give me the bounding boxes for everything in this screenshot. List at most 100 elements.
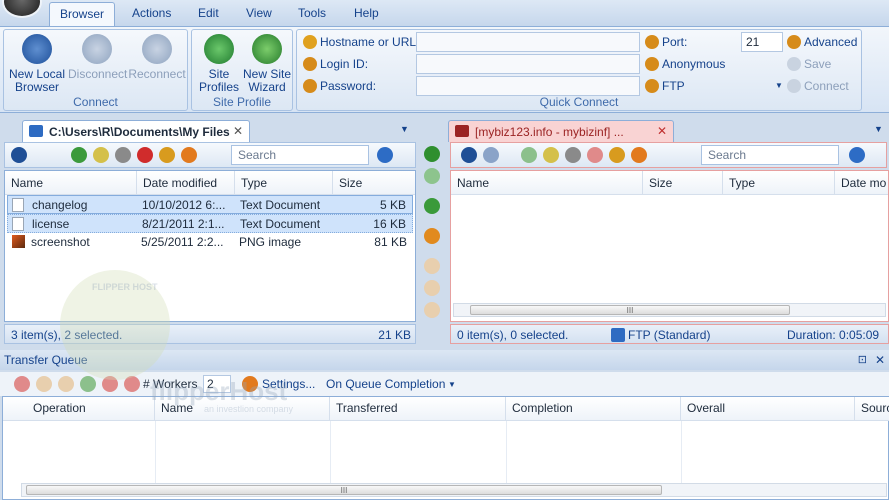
new-folder-icon[interactable]: [565, 147, 581, 163]
remote-horizontal-scrollbar[interactable]: III: [453, 303, 886, 317]
file-size: 16 KB: [373, 217, 406, 231]
connect-button[interactable]: Connect: [787, 79, 849, 93]
properties-icon[interactable]: [181, 147, 197, 163]
queue-icon[interactable]: [424, 258, 440, 274]
local-tab[interactable]: C:\Users\R\Documents\My Files ✕: [22, 120, 250, 142]
menu-tools[interactable]: Tools: [298, 6, 326, 20]
tab-list-icon[interactable]: ▼: [400, 124, 409, 134]
login-label-text: Login ID:: [320, 57, 369, 71]
col-date[interactable]: Date modified: [137, 171, 235, 195]
file-row-changelog[interactable]: changelog 10/10/2012 6:... Text Document…: [7, 195, 413, 214]
new-local-browser-button[interactable]: New Local Browser: [8, 34, 66, 94]
properties-icon[interactable]: [631, 147, 647, 163]
right-search-input[interactable]: Search: [701, 145, 839, 165]
col-operation[interactable]: Operation: [3, 397, 155, 421]
transfer-queue-grid[interactable]: Operation Name Transferred Completion Ov…: [2, 396, 889, 500]
pause-icon[interactable]: [36, 376, 52, 392]
protocol-status-text: FTP (Standard): [628, 328, 711, 342]
sync-icon[interactable]: [424, 198, 440, 214]
remote-column-header: Name Size Type Date mo: [451, 171, 888, 195]
edit-icon[interactable]: [159, 147, 175, 163]
delete-icon[interactable]: [137, 147, 153, 163]
file-size: 81 KB: [374, 235, 407, 249]
folder-up-icon[interactable]: [93, 147, 109, 163]
logo-badge-text: FLIPPER HOST: [92, 282, 158, 292]
pause-all-icon[interactable]: [58, 376, 74, 392]
password-input[interactable]: [416, 76, 640, 96]
menu-edit[interactable]: Edit: [198, 6, 219, 20]
save-label-text: Save: [804, 57, 832, 71]
anonymous-checkbox[interactable]: Anonymous: [645, 57, 725, 71]
app-orb-button[interactable]: [2, 0, 42, 18]
play-icon[interactable]: [80, 376, 96, 392]
pin-icon[interactable]: ⊡: [858, 353, 867, 366]
refresh-icon[interactable]: [71, 147, 87, 163]
search-icon[interactable]: [377, 147, 393, 163]
search-icon[interactable]: [849, 147, 865, 163]
col-size[interactable]: Size: [643, 171, 723, 195]
stop-icon[interactable]: [14, 376, 30, 392]
new-folder-icon[interactable]: [115, 147, 131, 163]
scroll-thumb[interactable]: III: [470, 305, 790, 315]
folder-up-icon[interactable]: [543, 147, 559, 163]
close-icon[interactable]: ✕: [233, 124, 243, 138]
disconnect-label: Disconnect: [68, 67, 128, 81]
reconnect-icon: [142, 34, 172, 64]
menu-view[interactable]: View: [246, 6, 272, 20]
advanced-button[interactable]: Advanced: [787, 35, 857, 49]
col-source[interactable]: Sourc: [855, 397, 889, 421]
chevron-down-icon[interactable]: ▼: [448, 380, 456, 389]
close-icon[interactable]: ✕: [657, 124, 667, 138]
site-profiles-button[interactable]: Site Profiles: [196, 34, 242, 94]
hostname-input[interactable]: [416, 32, 640, 52]
protocol-dropdown[interactable]: FTP ▼: [645, 79, 783, 93]
col-size[interactable]: Size: [333, 171, 415, 195]
col-transferred[interactable]: Transferred: [330, 397, 506, 421]
connect-group: New Local Browser Disconnect Reconnect C…: [3, 29, 188, 111]
connect-label-text: Connect: [804, 79, 849, 93]
new-site-wizard-button[interactable]: New Site Wizard: [242, 34, 292, 94]
col-name[interactable]: Name: [451, 171, 643, 195]
menu-actions[interactable]: Actions: [132, 6, 171, 20]
file-row-license[interactable]: license 8/21/2011 2:1... Text Document 1…: [7, 214, 413, 233]
tab-list-icon[interactable]: ▼: [874, 124, 883, 134]
login-input[interactable]: [416, 54, 640, 74]
menu-help[interactable]: Help: [354, 6, 379, 20]
refresh-icon[interactable]: [521, 147, 537, 163]
back-icon[interactable]: [11, 147, 27, 163]
ftp-icon: [611, 328, 625, 342]
save-icon: [787, 57, 801, 71]
advanced-icon: [787, 35, 801, 49]
delete-icon[interactable]: [587, 147, 603, 163]
scroll-thumb[interactable]: III: [26, 485, 662, 495]
remote-tab[interactable]: [mybiz123.info - mybizinf] ... ✕: [448, 120, 674, 142]
download-arrow-icon[interactable]: [424, 168, 440, 184]
disconnect-icon: [82, 34, 112, 64]
menu-browser[interactable]: Browser: [49, 2, 115, 27]
forward-icon[interactable]: [483, 147, 499, 163]
col-completion[interactable]: Completion: [506, 397, 681, 421]
col-name[interactable]: Name: [5, 171, 137, 195]
reconnect-button[interactable]: Reconnect: [128, 34, 186, 81]
on-queue-completion-dropdown[interactable]: On Queue Completion: [326, 377, 445, 391]
col-type[interactable]: Type: [723, 171, 835, 195]
close-icon[interactable]: ✕: [875, 353, 885, 367]
upload-arrow-icon[interactable]: [424, 146, 440, 162]
compare-icon[interactable]: [424, 280, 440, 296]
right-tabstrip: [mybiz123.info - mybizinf] ... ✕ ▼: [448, 116, 889, 142]
left-search-input[interactable]: Search: [231, 145, 369, 165]
file-date: 10/10/2012 6:...: [142, 198, 226, 212]
col-overall[interactable]: Overall: [681, 397, 855, 421]
back-icon[interactable]: [461, 147, 477, 163]
schedule-icon[interactable]: [424, 302, 440, 318]
col-type[interactable]: Type: [235, 171, 333, 195]
queue-horizontal-scrollbar[interactable]: III: [21, 483, 887, 497]
transfer-icon[interactable]: [424, 228, 440, 244]
file-row-screenshot[interactable]: screenshot 5/25/2011 2:2... PNG image 81…: [7, 233, 413, 252]
save-button[interactable]: Save: [787, 57, 831, 71]
col-date[interactable]: Date mo: [835, 171, 888, 195]
port-input[interactable]: 21: [741, 32, 783, 52]
edit-icon[interactable]: [609, 147, 625, 163]
remote-file-list[interactable]: Name Size Type Date mo III: [450, 170, 889, 322]
disconnect-button[interactable]: Disconnect: [68, 34, 128, 81]
